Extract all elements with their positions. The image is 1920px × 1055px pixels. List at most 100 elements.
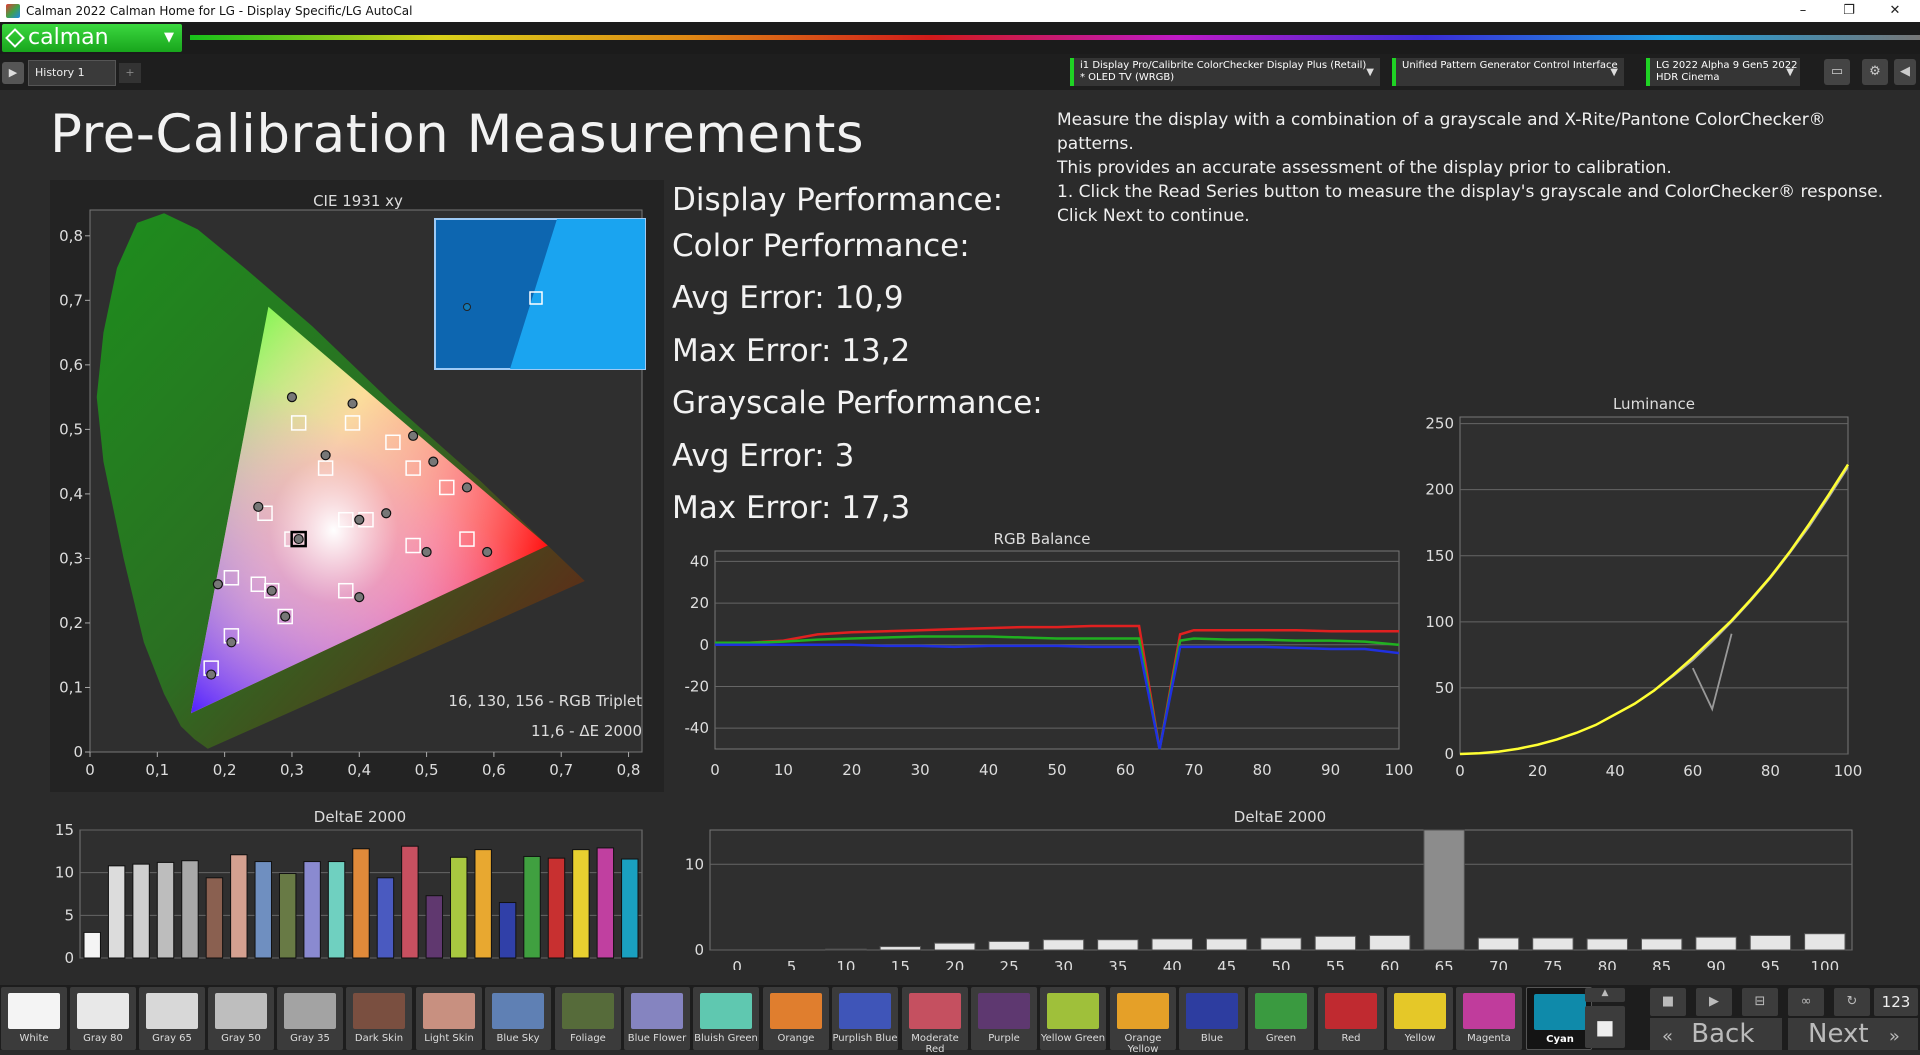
tab-history-1[interactable]: History 1 + [28,60,141,86]
grayscale-deltae-bar [1260,937,1302,951]
read-once-icon[interactable]: ▶ [1696,988,1732,1016]
y-tick-label: 0,3 [59,549,83,567]
swatch-label: Blue [1200,1033,1224,1044]
read-series-icon[interactable]: ⊟ [1742,988,1778,1016]
swatch-light-skin[interactable]: Light Skin [416,987,482,1050]
swatch-color-chip [215,993,267,1029]
collapse-icon[interactable]: ◀ [1894,59,1916,85]
swatch-orange[interactable]: Orange [763,987,829,1050]
meter-selector[interactable]: i1 Display Pro/Calibrite ColorChecker Di… [1070,58,1380,86]
deltae-bar [352,848,370,959]
swatch-label: Orange Yellow [1124,1033,1162,1055]
chevron-down-icon: ▼ [1786,67,1794,78]
swatch-magenta[interactable]: Magenta [1456,987,1522,1050]
deltae-bar [254,861,272,959]
swatch-label: Blue Flower [627,1033,687,1044]
swatch-moderate-red[interactable]: Moderate Red [902,987,968,1055]
swatch-blue-sky[interactable]: Blue Sky [485,987,551,1050]
grayscale-deltae-bar [879,946,922,951]
deltae-bar [83,931,101,959]
tab-label: History 1 [35,66,85,79]
add-tab-button[interactable]: + [119,63,141,83]
swatch-label: Yellow [1404,1033,1436,1044]
swatch-color-chip [562,993,614,1029]
scroll-up-icon[interactable]: ▲ [1585,988,1625,1002]
x-tick-label: 5 [787,958,797,970]
logo-text: calman [28,25,109,50]
measured-point [206,669,217,680]
swatch-label: Green [1265,1033,1297,1044]
swatch-color-chip [700,993,752,1029]
swatch-gray-80[interactable]: Gray 80 [70,987,136,1050]
x-tick-label: 70 [1184,761,1203,779]
x-tick-label: 30 [911,761,930,779]
swatch-blue[interactable]: Blue [1179,987,1245,1050]
swatch-label: White [19,1033,49,1044]
app-icon [6,4,20,18]
swatch-gray-50[interactable]: Gray 50 [208,987,274,1050]
swatch-blue-flower[interactable]: Blue Flower [624,987,690,1050]
swatch-foliage[interactable]: Foliage [555,987,621,1050]
y-tick-label: 0 [1444,745,1454,763]
swatch-gray-35[interactable]: Gray 35 [277,987,343,1050]
calman-menu-button[interactable]: calman ▼ [2,24,182,52]
swatch-orange-yellow[interactable]: Orange Yellow [1110,987,1176,1055]
swatch-green[interactable]: Green [1248,987,1314,1050]
stop-read-icon[interactable]: ■ [1650,988,1686,1016]
swatch-dark-skin[interactable]: Dark Skin [346,987,412,1050]
swatch-purple[interactable]: Purple [971,987,1037,1050]
instruction-line: Measure the display with a combination o… [1057,110,1826,154]
grayscale-deltae-bar [1314,935,1357,951]
swatch-yellow-green[interactable]: Yellow Green [1040,987,1106,1050]
swatch-color-chip [353,993,405,1029]
measured-point [381,508,392,519]
meter-name: i1 Display Pro/Calibrite ColorChecker Di… [1080,60,1367,71]
x-tick-label: 40 [1163,958,1182,970]
next-button[interactable]: Next » [1788,1018,1918,1050]
display-name: LG 2022 Alpha 9 Gen5 2022 [1656,60,1798,71]
refresh-icon[interactable]: ↻ [1834,988,1870,1016]
close-button[interactable]: ✕ [1872,0,1918,22]
swatch-color-chip [1325,993,1377,1029]
minimize-button[interactable]: – [1780,0,1826,22]
swatch-color-chip [631,993,683,1029]
swatch-gray-65[interactable]: Gray 65 [139,987,205,1050]
swatch-bluish-green[interactable]: Bluish Green [693,987,759,1050]
swatch-purplish-blue[interactable]: Purplish Blue [832,987,898,1050]
x-tick-label: 0,8 [617,761,641,779]
y-tick-label: 0 [64,949,74,967]
back-label: Back [1691,1019,1755,1049]
play-icon[interactable]: ▶ [2,62,24,84]
swatch-label: Yellow Green [1040,1033,1106,1044]
swatch-red[interactable]: Red [1318,987,1384,1050]
swatch-cyan[interactable]: Cyan [1526,987,1592,1050]
y-tick-label: 0 [699,636,709,654]
swatch-label: Red [1341,1033,1361,1044]
display-selector[interactable]: LG 2022 Alpha 9 Gen5 2022 HDR Cinema ▼ [1646,58,1800,86]
x-tick-label: 80 [1598,958,1617,970]
swatch-yellow[interactable]: Yellow [1387,987,1453,1050]
measured-point [320,450,331,461]
gear-icon[interactable]: ⚙ [1862,59,1888,85]
swatch-color-chip [1394,993,1446,1029]
deltae-bar [181,860,199,959]
next-label: Next [1808,1019,1869,1049]
chevron-down-icon: ▼ [164,30,174,45]
swatch-label: Purple [988,1033,1020,1044]
x-tick-label: 20 [945,958,964,970]
deltae-bar [205,877,224,959]
workflow-tabbar [0,54,1920,90]
read-continuous-icon[interactable]: ∞ [1788,988,1824,1016]
swatch-white[interactable]: White [1,987,67,1050]
deltae-bar [401,845,419,959]
restore-button[interactable]: ❐ [1826,0,1872,22]
swatch-color-chip [978,993,1030,1029]
back-button[interactable]: « Back [1650,1018,1782,1050]
pattern-generator-selector[interactable]: Unified Pattern Generator Control Interf… [1392,58,1624,86]
swatch-color-chip [1047,993,1099,1029]
monitor-icon[interactable]: ▭ [1824,59,1850,85]
gray-avg-error: Avg Error: 3 [672,438,855,474]
swatch-color-chip [1117,993,1169,1029]
stop-icon[interactable]: ■ [1585,1006,1625,1048]
plot-area [1459,416,1849,755]
